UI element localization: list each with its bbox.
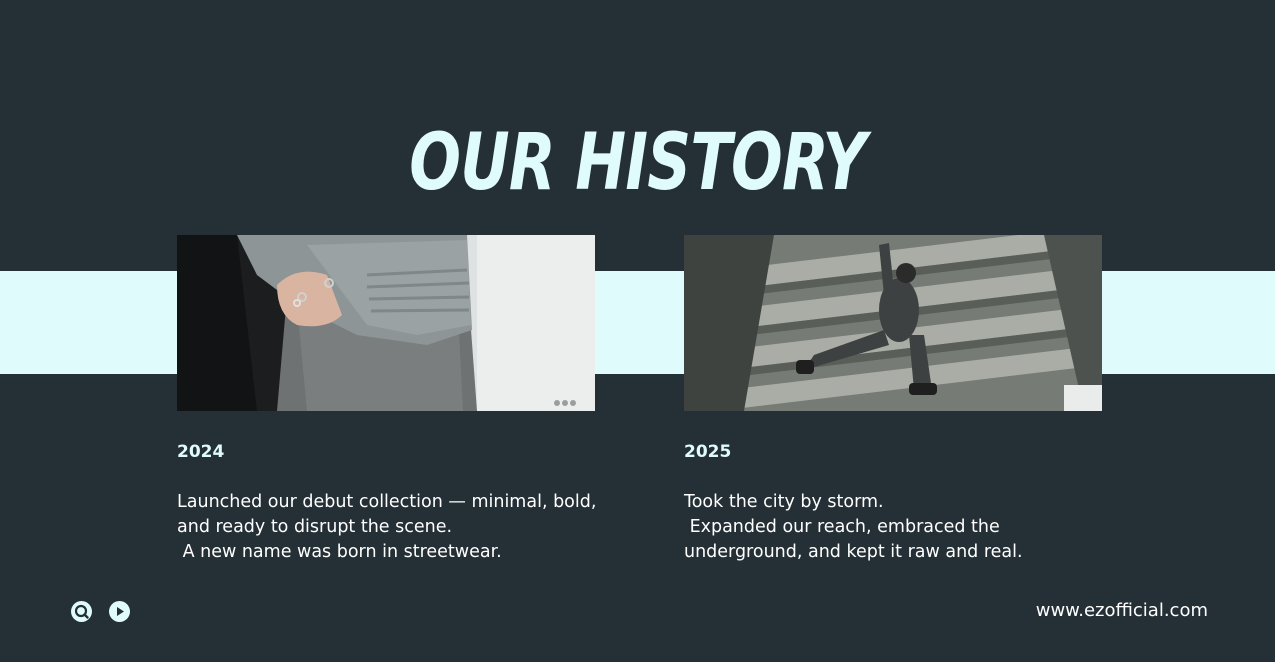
description-line: A new name was born in streetwear. <box>177 542 502 562</box>
year-label-2024: 2024 <box>177 442 225 462</box>
description-line: Expanded our reach, embraced the <box>684 517 1000 537</box>
photo-2025-skater <box>684 235 1102 411</box>
page-title: OUR HISTORY <box>409 118 866 208</box>
description-line: Launched our debut collection — minimal,… <box>177 492 597 512</box>
description-line: underground, and kept it raw and real. <box>684 542 1023 562</box>
website-link[interactable]: www.ezofficial.com <box>1036 600 1208 621</box>
play-icon[interactable] <box>109 601 130 622</box>
search-icon[interactable] <box>71 601 92 622</box>
description-line: and ready to disrupt the scene. <box>177 517 453 537</box>
description-2025: Took the city by storm. Expanded our rea… <box>684 490 1124 565</box>
year-label-2025: 2025 <box>684 442 732 462</box>
description-2024: Launched our debut collection — minimal,… <box>177 490 617 565</box>
description-line: Took the city by storm. <box>684 492 884 512</box>
photo-2024-knitwear <box>177 235 595 411</box>
